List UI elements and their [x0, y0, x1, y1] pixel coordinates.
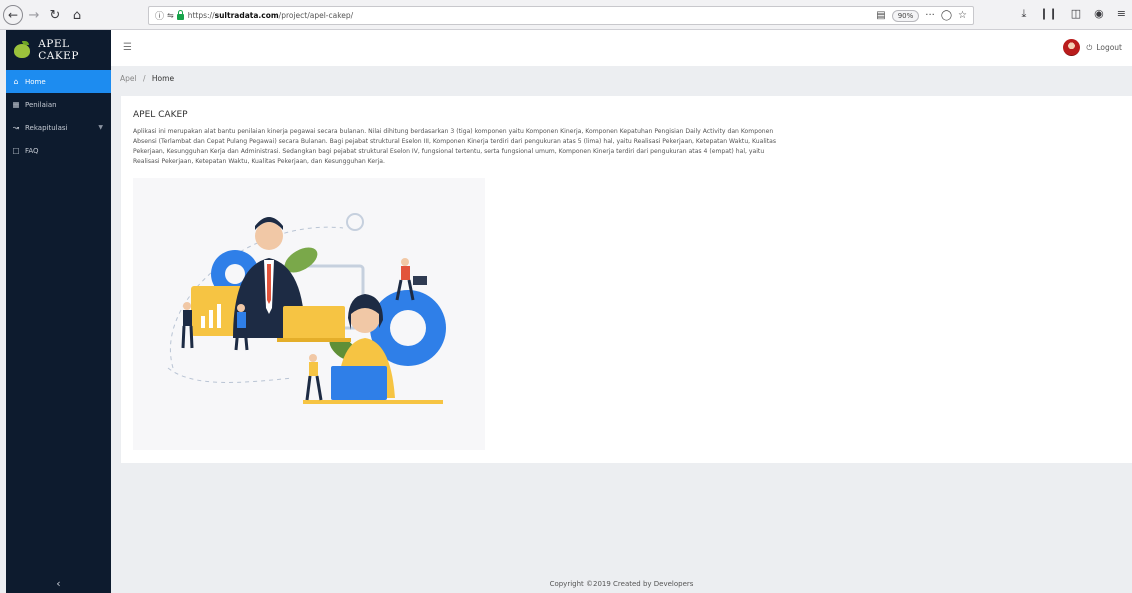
reader-view-icon[interactable]: ▤: [876, 10, 885, 21]
sidebar: APEL CAKEP ⌂ Home ▦ Penilaian ↝ Rekapitu…: [6, 30, 111, 593]
info-icon[interactable]: ⓘ: [155, 9, 164, 22]
zoom-indicator[interactable]: 90%: [891, 9, 920, 22]
page-actions-icon[interactable]: ···: [925, 10, 935, 21]
home-icon[interactable]: ⌂: [70, 5, 84, 25]
url-host: sultradata.com: [214, 11, 279, 20]
document-icon: □: [12, 146, 20, 155]
url-prefix: https://: [187, 11, 215, 20]
chevron-down-icon: ▼: [98, 124, 103, 131]
hamburger-menu-icon[interactable]: ☰: [123, 42, 132, 53]
url-path: /project/apel-cakep/: [278, 11, 354, 20]
sidebar-item-label: Rekapitulasi: [25, 123, 68, 132]
sidebar-item-label: Penilaian: [25, 100, 57, 109]
extension-icon[interactable]: ◉: [1094, 7, 1104, 21]
content-card: APEL CAKEP Aplikasi ini merupakan alat b…: [121, 96, 1132, 463]
sidebar-item-faq[interactable]: □ FAQ: [6, 139, 111, 162]
footer-copyright: Copyright ©2019 Created by Developers: [549, 580, 694, 588]
page-description: Aplikasi ini merupakan alat bantu penila…: [133, 128, 777, 165]
address-bar[interactable]: ⓘ ⇋ https://sultradata.com/project/apel-…: [148, 6, 974, 25]
downloads-icon[interactable]: ⤓: [1021, 7, 1026, 21]
avatar[interactable]: [1063, 39, 1080, 56]
page-title: APEL CAKEP: [133, 110, 188, 120]
logout-label: Logout: [1096, 43, 1122, 52]
sidebar-item-penilaian[interactable]: ▦ Penilaian: [6, 93, 111, 116]
library-icon[interactable]: ❙❙: [1039, 7, 1057, 21]
power-icon: ⏻: [1086, 43, 1093, 52]
forward-arrow-icon[interactable]: →: [27, 5, 41, 25]
pocket-icon[interactable]: ◯: [941, 10, 952, 21]
browser-toolbar: ← → ↻ ⌂ ⓘ ⇋ https://sultradata.com/proje…: [0, 0, 1132, 30]
brand-name: APEL CAKEP: [38, 38, 79, 62]
sidebar-item-rekapitulasi[interactable]: ↝ Rekapitulasi ▼: [6, 116, 111, 139]
brand[interactable]: APEL CAKEP: [6, 30, 111, 70]
sidebar-item-home[interactable]: ⌂ Home: [6, 70, 111, 93]
lock-icon[interactable]: [176, 9, 184, 20]
bookmark-star-icon[interactable]: ☆: [958, 10, 967, 21]
breadcrumb-parent[interactable]: Apel: [120, 74, 137, 83]
reload-icon[interactable]: ↻: [48, 5, 62, 25]
top-header: ☰ ⏻ Logout: [111, 30, 1132, 66]
sidebar-item-label: FAQ: [25, 146, 39, 155]
menu-icon[interactable]: ≡: [1117, 7, 1126, 21]
collapse-sidebar-button[interactable]: ‹: [6, 573, 111, 593]
apple-logo-icon: [12, 41, 31, 59]
breadcrumb: Apel / Home: [120, 74, 174, 83]
logout-button[interactable]: ⏻ Logout: [1086, 43, 1122, 53]
illustration-svg: [167, 213, 446, 404]
sidebar-toggle-icon[interactable]: ◫: [1071, 7, 1081, 21]
breadcrumb-separator: /: [142, 74, 146, 83]
home-icon: ⌂: [13, 77, 19, 86]
permissions-icon[interactable]: ⇋: [167, 11, 174, 20]
line-chart-icon: ↝: [12, 123, 20, 132]
team-work-illustration: [133, 178, 485, 450]
table-icon: ▦: [12, 100, 20, 109]
back-arrow-icon[interactable]: ←: [3, 5, 23, 25]
breadcrumb-current: Home: [151, 74, 175, 83]
sidebar-item-label: Home: [25, 77, 46, 86]
